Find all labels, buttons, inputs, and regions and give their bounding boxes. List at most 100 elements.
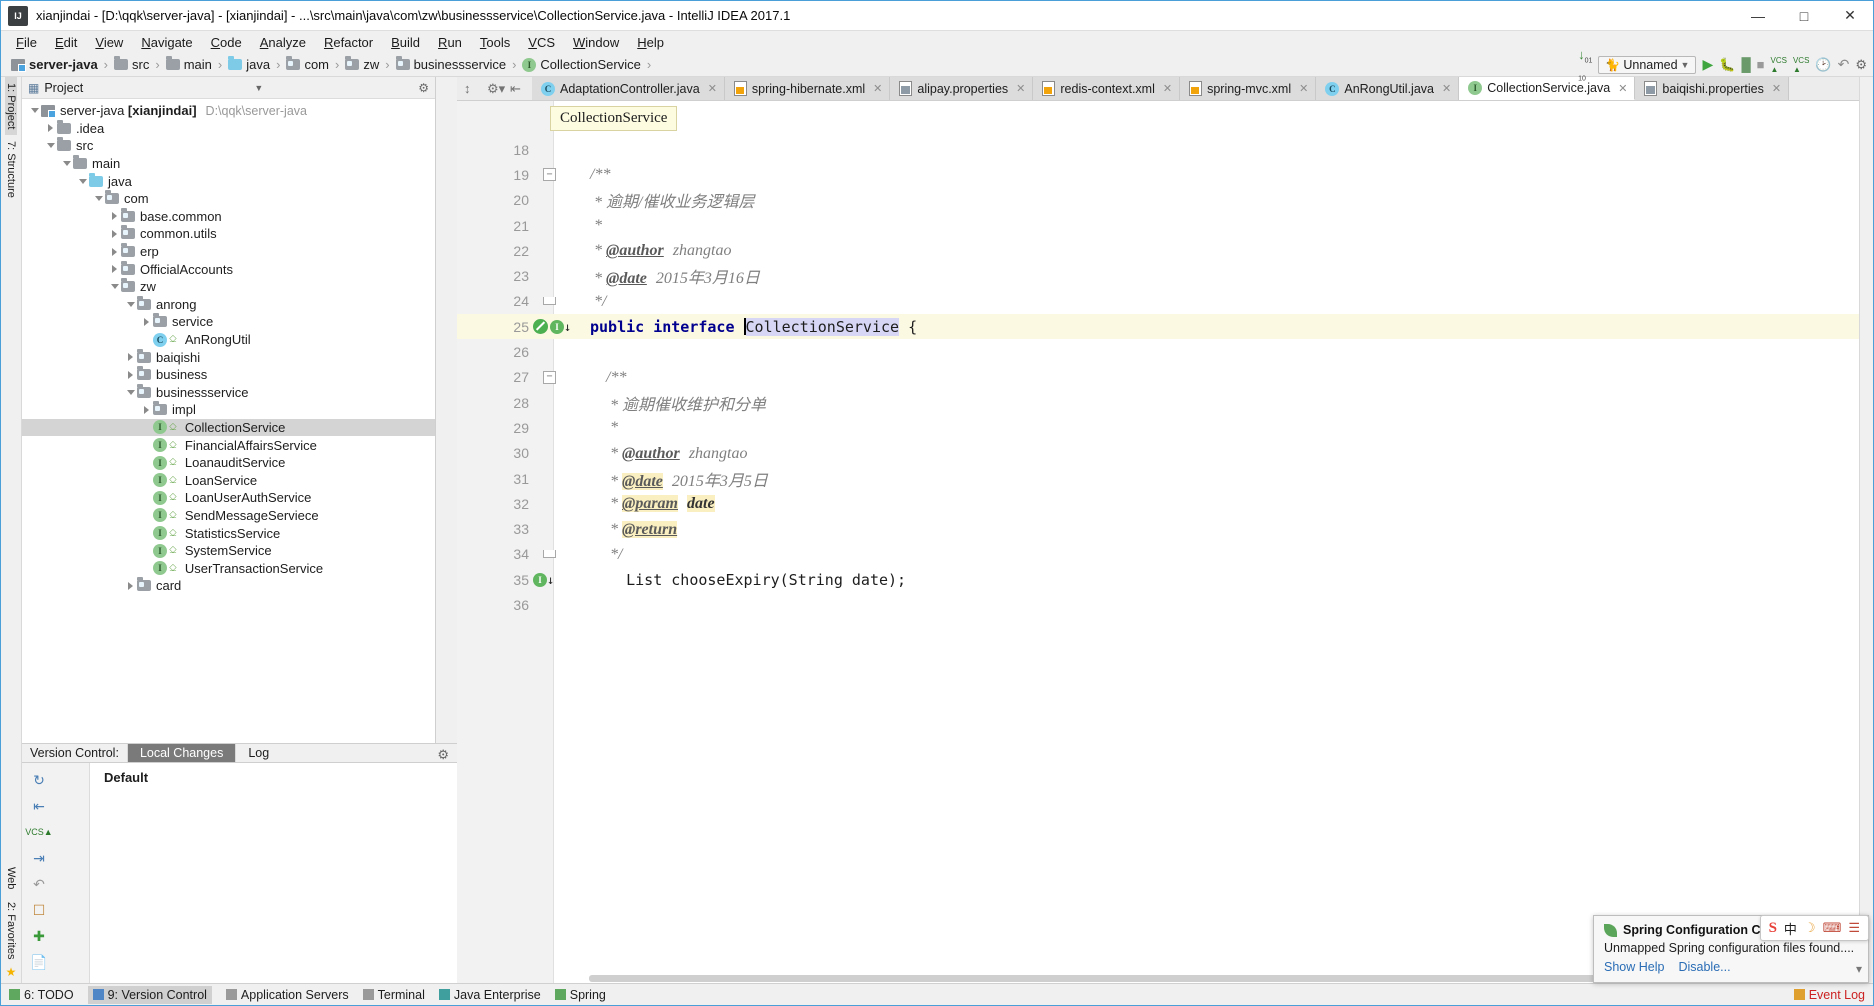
vcs-settings-icon[interactable]: ⚙	[437, 747, 449, 763]
tree-node-statisticsservice[interactable]: I ⎐ StatisticsService	[22, 524, 435, 542]
code-line[interactable]: 34 */	[457, 542, 1859, 567]
close-icon[interactable]: ✕	[1772, 82, 1781, 95]
editor-tab-anrongutil-java[interactable]: C AnRongUtil.java ✕	[1316, 77, 1460, 100]
close-icon[interactable]: ▾	[1856, 962, 1862, 976]
code-line[interactable]: 28 * 逾期催收维护和分单	[457, 390, 1859, 415]
code-line[interactable]: 22 * @author zhangtao	[457, 238, 1859, 263]
shelve-icon[interactable]: ☐	[22, 897, 56, 923]
tab-log[interactable]: Log	[235, 744, 281, 762]
chevron-down-icon[interactable]	[124, 389, 137, 395]
status-bar-item-application-servers[interactable]: Application Servers	[225, 988, 349, 1002]
maximize-button[interactable]: □	[1781, 1, 1827, 30]
rail-item-favorites[interactable]: 2: Favorites	[5, 896, 17, 965]
tree-node-loanservice[interactable]: I ⎐ LoanService	[22, 471, 435, 489]
breadcrumb-item-server-java[interactable]: server-java	[7, 56, 102, 73]
tree-node-erp[interactable]: erp	[22, 243, 435, 261]
menu-item-view[interactable]: View	[86, 33, 132, 52]
breadcrumb-item-com[interactable]: com	[282, 56, 333, 73]
tree-node-service[interactable]: service	[22, 313, 435, 331]
code-line[interactable]: 33 * @return	[457, 516, 1859, 541]
status-bar-item-terminal[interactable]: Terminal	[362, 988, 425, 1002]
changelist-default[interactable]: Default	[104, 770, 457, 785]
run-button[interactable]: ▶	[1702, 56, 1713, 73]
code-line[interactable]: 20 * 逾期/催收业务逻辑层	[457, 188, 1859, 213]
close-icon[interactable]: ✕	[1016, 82, 1025, 95]
ime-mode-label[interactable]: 中	[1784, 919, 1797, 938]
chevron-down-icon[interactable]	[108, 284, 121, 290]
tree-node-baiqishi[interactable]: baiqishi	[22, 348, 435, 366]
stop-button[interactable]: ■	[1757, 57, 1765, 72]
refresh-icon[interactable]: ↻	[22, 767, 56, 793]
close-button[interactable]: ✕	[1827, 1, 1873, 30]
tree-node-businessservice[interactable]: businessservice	[22, 383, 435, 402]
code-line[interactable]: 19− /**	[457, 162, 1859, 187]
code-line[interactable]: 29 *	[457, 415, 1859, 440]
tab-local-changes[interactable]: Local Changes	[126, 744, 236, 762]
tree-node-business[interactable]: business	[22, 366, 435, 384]
sort-icon[interactable]: ↕	[464, 81, 479, 96]
tree-node-common-utils[interactable]: common.utils	[22, 225, 435, 243]
chevron-right-icon[interactable]	[124, 353, 137, 362]
ime-toolbar[interactable]: S 中 ☽ ⌨ ☰	[1759, 915, 1869, 941]
code-line[interactable]: 21 *	[457, 213, 1859, 238]
vcs-history-icon[interactable]: 🕑	[1815, 57, 1831, 73]
chevron-down-icon[interactable]	[28, 108, 41, 114]
close-icon[interactable]: ✕	[1163, 82, 1172, 95]
tree-node-officialaccounts[interactable]: OfficialAccounts	[22, 260, 435, 278]
disable-link[interactable]: Disable...	[1678, 960, 1730, 974]
expand-all-icon[interactable]: ⇥	[22, 845, 56, 871]
fold-start-icon[interactable]: −	[543, 370, 556, 384]
tree-node-anrongutil[interactable]: C ⎐ AnRongUtil	[22, 331, 435, 349]
status-bar-item-9--version-control[interactable]: 9: Version Control	[87, 985, 212, 1004]
ime-moon-icon[interactable]: ☽	[1804, 920, 1816, 936]
menu-item-edit[interactable]: Edit	[46, 33, 86, 52]
code-line[interactable]: 36	[457, 592, 1859, 617]
ime-keyboard-icon[interactable]: ⌨	[1823, 920, 1842, 936]
menu-item-build[interactable]: Build	[382, 33, 429, 52]
interface-implemented-icon[interactable]: I	[533, 572, 547, 587]
menu-item-tools[interactable]: Tools	[471, 33, 519, 52]
gutter-markers[interactable]: I ↓	[533, 319, 581, 335]
rollback-icon[interactable]: ↶	[22, 871, 56, 897]
rail-item-structure[interactable]: 7: Structure	[5, 135, 17, 204]
breadcrumb-item-businessservice[interactable]: businessservice	[392, 56, 511, 73]
tree-node-usertransactionservice[interactable]: I ⎐ UserTransactionService	[22, 559, 435, 577]
editor-tab-adaptationcontroller-java[interactable]: C AdaptationController.java ✕	[532, 77, 725, 100]
chevron-right-icon[interactable]	[108, 265, 121, 274]
tree-node-systemservice[interactable]: I ⎐ SystemService	[22, 542, 435, 560]
update-project-icon[interactable]: ↓01 10	[1578, 47, 1592, 82]
menu-item-refactor[interactable]: Refactor	[315, 33, 382, 52]
copy-icon[interactable]: 📄	[22, 949, 56, 975]
tree-node-collectionservice[interactable]: I ⎐ CollectionService	[22, 418, 435, 437]
code-line[interactable]: 23 * @date 2015年3月16日	[457, 263, 1859, 288]
tree-node-zw[interactable]: zw	[22, 278, 435, 296]
code-line[interactable]: 26	[457, 339, 1859, 364]
close-icon[interactable]: ✕	[1442, 82, 1451, 95]
close-icon[interactable]: ✕	[1618, 82, 1627, 95]
menu-item-analyze[interactable]: Analyze	[251, 33, 315, 52]
menu-item-code[interactable]: Code	[202, 33, 251, 52]
interface-implemented-icon[interactable]: I	[550, 319, 564, 334]
settings-icon[interactable]: ⚙▾	[487, 81, 505, 96]
chevron-down-icon[interactable]	[76, 178, 89, 184]
green-disable-icon[interactable]	[533, 319, 548, 335]
code-line[interactable]: 30 * @author zhangtao	[457, 441, 1859, 466]
status-bar-item-spring[interactable]: Spring	[554, 988, 606, 1002]
tree-node-server-java--xianjindai-[interactable]: server-java [xianjindai] D:\qqk\server-ja…	[22, 102, 435, 120]
tree-node-loanauditservice[interactable]: I ⎐ LoanauditService	[22, 454, 435, 472]
code-editor[interactable]: CollectionService 18 19−/** 20 * 逾期/催收业务逻辑…	[457, 101, 1859, 983]
menu-item-run[interactable]: Run	[429, 33, 471, 52]
tree-node-anrong[interactable]: anrong	[22, 295, 435, 314]
menu-item-navigate[interactable]: Navigate	[132, 33, 201, 52]
editor-tab-alipay-properties[interactable]: alipay.properties ✕	[890, 77, 1034, 100]
fold-start-icon[interactable]: −	[543, 168, 556, 182]
fold-end-icon[interactable]	[543, 297, 556, 306]
code-line[interactable]: 27− /**	[457, 365, 1859, 390]
tree-node-card[interactable]: card	[22, 577, 435, 595]
event-log-button[interactable]: Event Log	[1793, 988, 1865, 1002]
changelist-area[interactable]: Default	[90, 763, 457, 983]
chevron-right-icon[interactable]	[108, 247, 121, 256]
code-line[interactable]: 24 */	[457, 289, 1859, 314]
project-tree[interactable]: server-java [xianjindai] D:\qqk\server-ja…	[22, 99, 435, 743]
rail-item-project[interactable]: 1: Project	[5, 77, 17, 136]
